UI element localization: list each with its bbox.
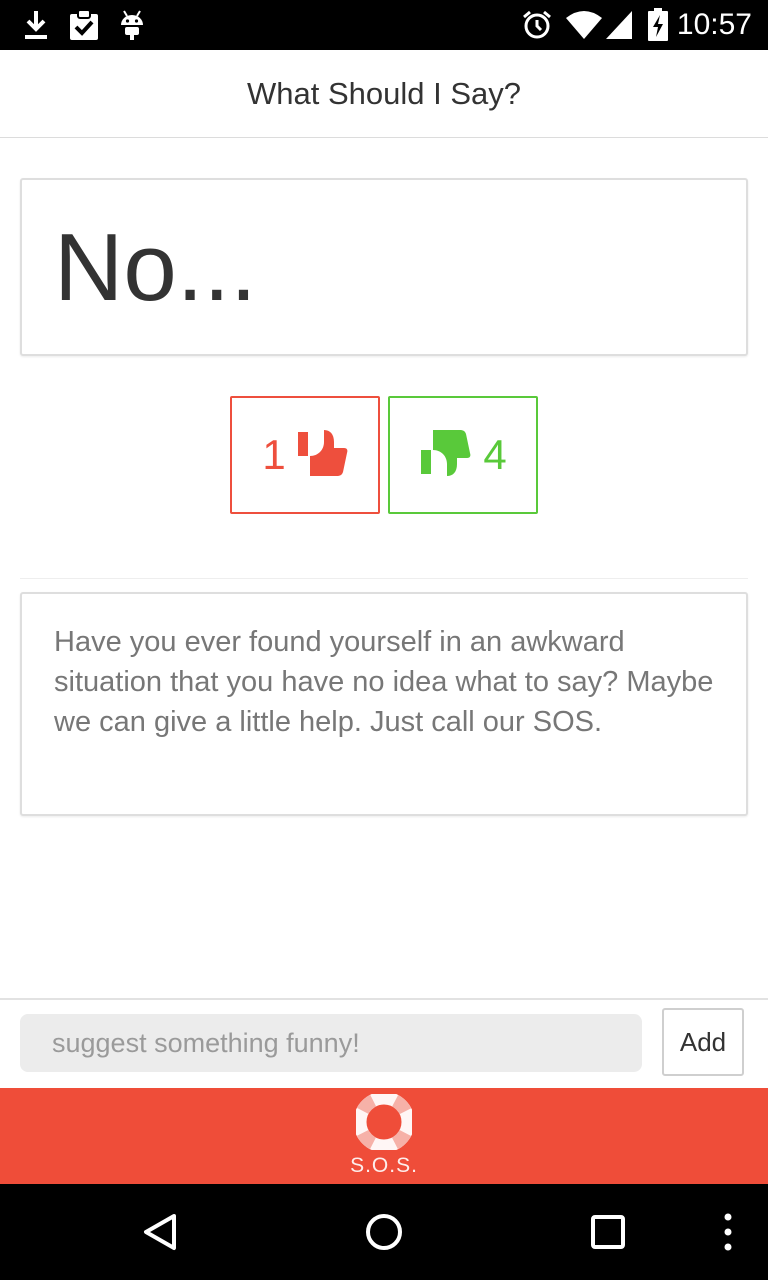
answer-text: No... [54,214,257,321]
divider [20,578,748,579]
description-text: Have you ever found yourself in an awkwa… [54,626,714,738]
system-nav-bar [0,1184,768,1280]
clipboard-check-icon [68,8,100,42]
recents-icon[interactable] [584,1208,632,1256]
download-icon [22,8,50,42]
thumbs-down-icon [296,428,348,482]
android-icon [118,8,146,42]
suggest-bar: Add [0,998,768,1086]
sos-button[interactable]: S.O.S. [0,1088,768,1184]
thumbs-up-icon [419,428,471,482]
page-title: What Should I Say? [247,75,521,111]
thumbs-down-button[interactable]: 1 [230,396,380,514]
status-bar: 10:57 [0,0,768,50]
lifebuoy-icon [353,1091,415,1153]
sos-label: S.O.S. [350,1154,418,1177]
thumbs-down-count: 1 [262,431,286,478]
thumbs-up-count: 4 [483,431,507,478]
home-icon[interactable] [360,1208,408,1256]
status-time: 10:57 [676,8,752,41]
answer-card: No... [20,178,748,356]
suggest-input[interactable] [20,1014,642,1072]
app-header: What Should I Say? [0,50,768,138]
thumbs-up-button[interactable]: 4 [388,396,538,514]
wifi-icon [564,8,604,42]
alarm-icon [520,8,554,42]
back-icon[interactable] [136,1208,184,1256]
overflow-menu-icon[interactable] [704,1208,752,1256]
battery-charging-icon [646,8,670,42]
description-card: Have you ever found yourself in an awkwa… [20,592,748,816]
signal-icon [604,8,634,42]
add-button[interactable]: Add [662,1008,744,1076]
